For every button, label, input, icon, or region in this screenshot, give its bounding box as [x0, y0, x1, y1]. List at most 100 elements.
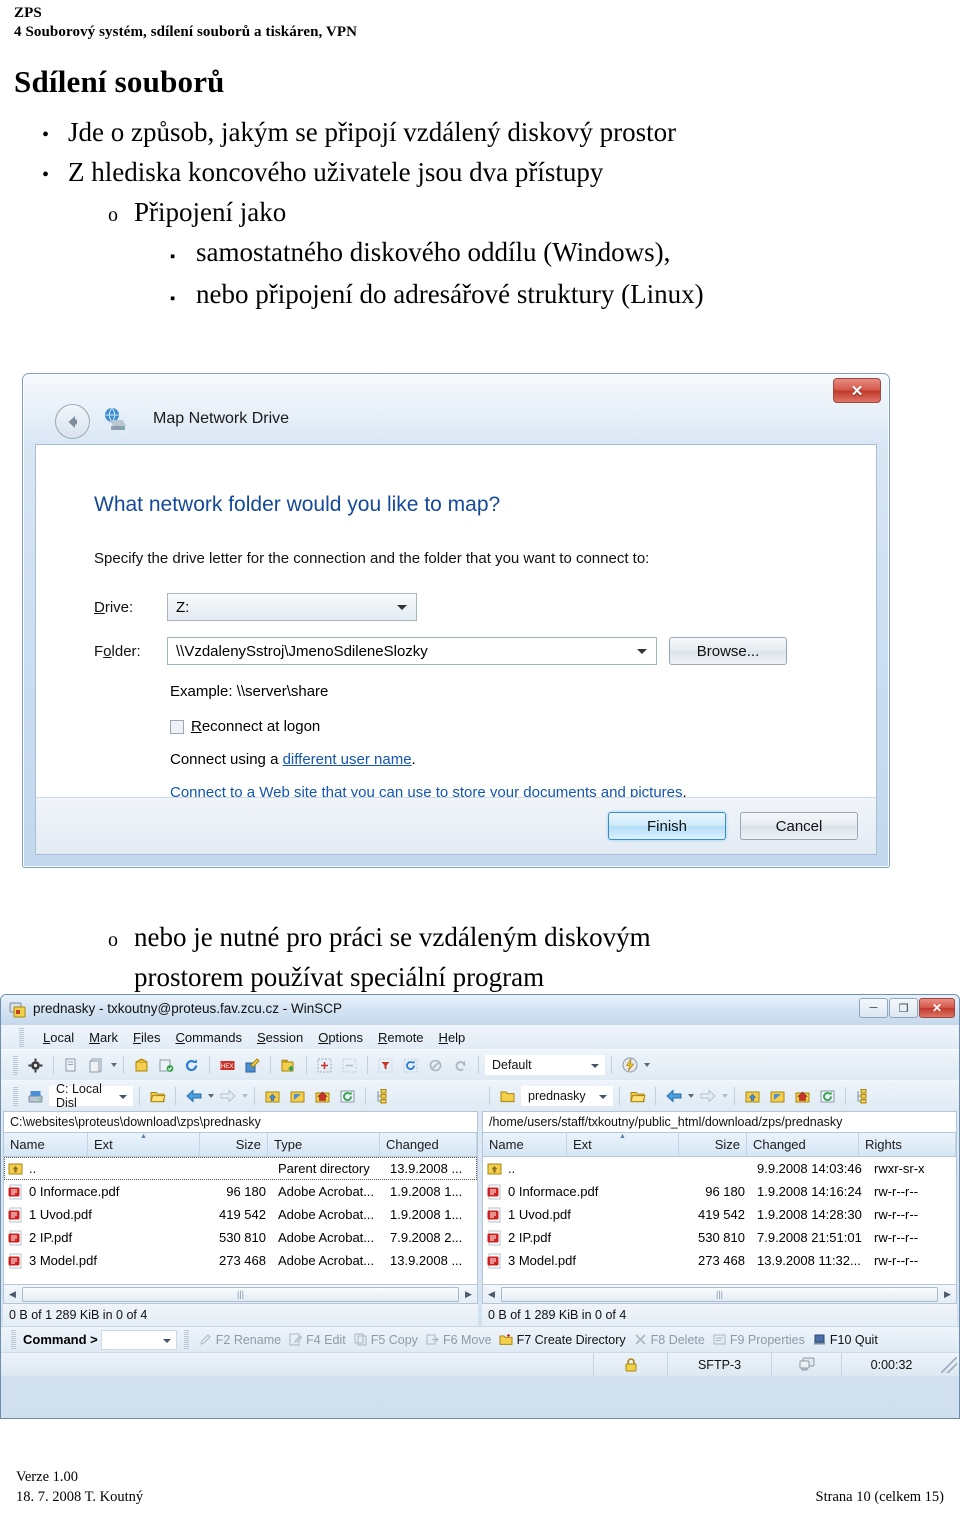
- different-user-name-link[interactable]: different user name: [283, 751, 412, 768]
- fkey-f8-delete[interactable]: F8 Delete: [631, 1332, 707, 1347]
- session-color-select[interactable]: Default: [485, 1055, 605, 1075]
- remote-horizontal-scrollbar[interactable]: ◀ ||| ▶: [482, 1285, 957, 1304]
- menu-item-files[interactable]: Files: [133, 1030, 160, 1045]
- parent-directory-icon[interactable]: [261, 1085, 284, 1108]
- finish-button[interactable]: Finish: [608, 812, 726, 840]
- scrollbar-thumb[interactable]: |||: [22, 1286, 459, 1302]
- refresh-directory-icon[interactable]: [816, 1085, 839, 1108]
- session-settings-icon[interactable]: [155, 1054, 178, 1077]
- column-header-name[interactable]: Name: [4, 1133, 88, 1156]
- local-drive-select[interactable]: C: Local Disl: [49, 1082, 133, 1110]
- toolbar-grip[interactable]: [183, 1330, 189, 1349]
- directory-tree-icon[interactable]: [852, 1085, 875, 1108]
- forward-arrow-icon[interactable]: [216, 1085, 239, 1108]
- filter-icon[interactable]: [374, 1054, 397, 1077]
- chevron-down-icon[interactable]: [111, 1063, 117, 1067]
- scroll-left-icon[interactable]: ◀: [483, 1286, 500, 1303]
- undo-selection-icon[interactable]: [449, 1054, 472, 1077]
- deselect-all-icon[interactable]: [338, 1054, 361, 1077]
- directory-tree-icon[interactable]: [372, 1085, 395, 1108]
- fkey-f9-properties[interactable]: F9 Properties: [710, 1332, 807, 1347]
- column-header-ext[interactable]: Ext: [567, 1133, 679, 1156]
- table-row[interactable]: 3 Model.pdf 273 468 Adobe Acrobat... 13.…: [4, 1249, 477, 1272]
- open-folder-icon[interactable]: [626, 1085, 649, 1108]
- close-button[interactable]: ✕: [919, 998, 955, 1018]
- table-row[interactable]: .. Parent directory 13.9.2008 ...: [4, 1157, 477, 1180]
- home-directory-icon[interactable]: [791, 1085, 814, 1108]
- local-file-list[interactable]: .. Parent directory 13.9.2008 ... 0 Info…: [3, 1157, 478, 1285]
- menu-item-help[interactable]: Help: [439, 1030, 466, 1045]
- minimize-button[interactable]: ─: [859, 998, 888, 1018]
- menu-item-session[interactable]: Session: [257, 1030, 303, 1045]
- maximize-button[interactable]: ❐: [889, 998, 918, 1018]
- home-directory-icon[interactable]: [311, 1085, 334, 1108]
- column-header-ext[interactable]: Ext: [88, 1133, 200, 1156]
- open-folder-icon[interactable]: [146, 1085, 169, 1108]
- clear-selection-icon[interactable]: [424, 1054, 447, 1077]
- table-row[interactable]: 3 Model.pdf 273 468 13.9.2008 11:32... r…: [483, 1249, 956, 1272]
- remote-file-list[interactable]: .. 9.9.2008 14:03:46 rwxr-sr-x 0 Informa…: [482, 1157, 957, 1285]
- local-path-bar[interactable]: C:\websites\proteus\download\zps\prednas…: [3, 1111, 478, 1133]
- scroll-right-icon[interactable]: ▶: [939, 1286, 956, 1303]
- browse-button[interactable]: Browse...: [669, 637, 787, 665]
- refresh-directory-icon[interactable]: [336, 1085, 359, 1108]
- table-row[interactable]: 0 Informace.pdf 96 180 1.9.2008 14:16:24…: [483, 1180, 956, 1203]
- table-row[interactable]: 2 IP.pdf 530 810 7.9.2008 21:51:01 rw-r-…: [483, 1226, 956, 1249]
- fkey-f10-quit[interactable]: F10 Quit: [810, 1332, 880, 1347]
- menu-item-commands[interactable]: Commands: [175, 1030, 241, 1045]
- root-directory-icon[interactable]: [286, 1085, 309, 1108]
- fkey-f4-edit[interactable]: F4 Edit: [286, 1332, 348, 1347]
- remote-directory-select[interactable]: prednasky: [521, 1086, 613, 1106]
- putty-lightning-icon[interactable]: [618, 1054, 641, 1077]
- chevron-down-icon[interactable]: [208, 1094, 214, 1098]
- chevron-down-icon[interactable]: [644, 1063, 650, 1067]
- edit-icon[interactable]: [241, 1054, 264, 1077]
- hex-editor-icon[interactable]: HEX: [216, 1054, 239, 1077]
- properties-icon[interactable]: [85, 1054, 108, 1077]
- invert-selection-icon[interactable]: [399, 1054, 422, 1077]
- fkey-f5-copy[interactable]: F5 Copy: [351, 1332, 420, 1347]
- parent-directory-icon[interactable]: [741, 1085, 764, 1108]
- chevron-down-icon[interactable]: [242, 1094, 248, 1098]
- close-button[interactable]: ✕: [833, 378, 881, 403]
- menubar-grip[interactable]: [19, 1027, 24, 1047]
- table-row[interactable]: .. 9.9.2008 14:03:46 rwxr-sr-x: [483, 1157, 956, 1180]
- menu-item-remote[interactable]: Remote: [378, 1030, 424, 1045]
- remote-path-bar[interactable]: /home/users/staff/txkoutny/public_html/d…: [482, 1111, 957, 1133]
- menu-item-options[interactable]: Options: [318, 1030, 363, 1045]
- command-input[interactable]: [100, 1329, 177, 1350]
- folder-input[interactable]: \\VzdalenySstroj\JmenoSdileneSlozky: [167, 637, 657, 665]
- toolbar-grip[interactable]: [13, 1086, 18, 1106]
- scroll-right-icon[interactable]: ▶: [460, 1286, 477, 1303]
- copy-to-clipboard-icon[interactable]: [60, 1054, 83, 1077]
- local-horizontal-scrollbar[interactable]: ◀ ||| ▶: [3, 1285, 478, 1304]
- scroll-left-icon[interactable]: ◀: [4, 1286, 21, 1303]
- back-button[interactable]: [55, 404, 90, 439]
- toolbar-grip[interactable]: [13, 1055, 18, 1075]
- column-header-type[interactable]: Type: [268, 1133, 380, 1156]
- toolbar-grip[interactable]: [11, 1330, 16, 1349]
- back-arrow-icon[interactable]: [182, 1085, 205, 1108]
- root-directory-icon[interactable]: [766, 1085, 789, 1108]
- new-session-icon[interactable]: [130, 1054, 153, 1077]
- column-header-rights[interactable]: Rights: [859, 1133, 956, 1156]
- new-folder-icon[interactable]: [277, 1054, 300, 1077]
- menu-item-mark[interactable]: Mark: [89, 1030, 118, 1045]
- column-header-changed[interactable]: Changed: [747, 1133, 859, 1156]
- chevron-down-icon[interactable]: [688, 1094, 694, 1098]
- fkey-f2-rename[interactable]: F2 Rename: [196, 1332, 283, 1347]
- menu-item-local[interactable]: Local: [43, 1030, 74, 1045]
- fkey-f6-move[interactable]: F6 Move: [423, 1332, 494, 1347]
- fkey-f7-create-directory[interactable]: F7 Create Directory: [497, 1332, 628, 1347]
- column-header-name[interactable]: Name: [483, 1133, 567, 1156]
- drive-select[interactable]: Z:: [167, 593, 417, 621]
- scrollbar-thumb[interactable]: |||: [501, 1286, 938, 1302]
- refresh-icon[interactable]: [180, 1054, 203, 1077]
- resize-grip[interactable]: [941, 1356, 957, 1373]
- column-header-changed[interactable]: Changed: [380, 1133, 477, 1156]
- table-row[interactable]: 1 Uvod.pdf 419 542 Adobe Acrobat... 1.9.…: [4, 1203, 477, 1226]
- column-header-size[interactable]: Size: [679, 1133, 747, 1156]
- chevron-down-icon[interactable]: [722, 1094, 728, 1098]
- preferences-gear-icon[interactable]: [24, 1054, 47, 1077]
- table-row[interactable]: 1 Uvod.pdf 419 542 1.9.2008 14:28:30 rw-…: [483, 1203, 956, 1226]
